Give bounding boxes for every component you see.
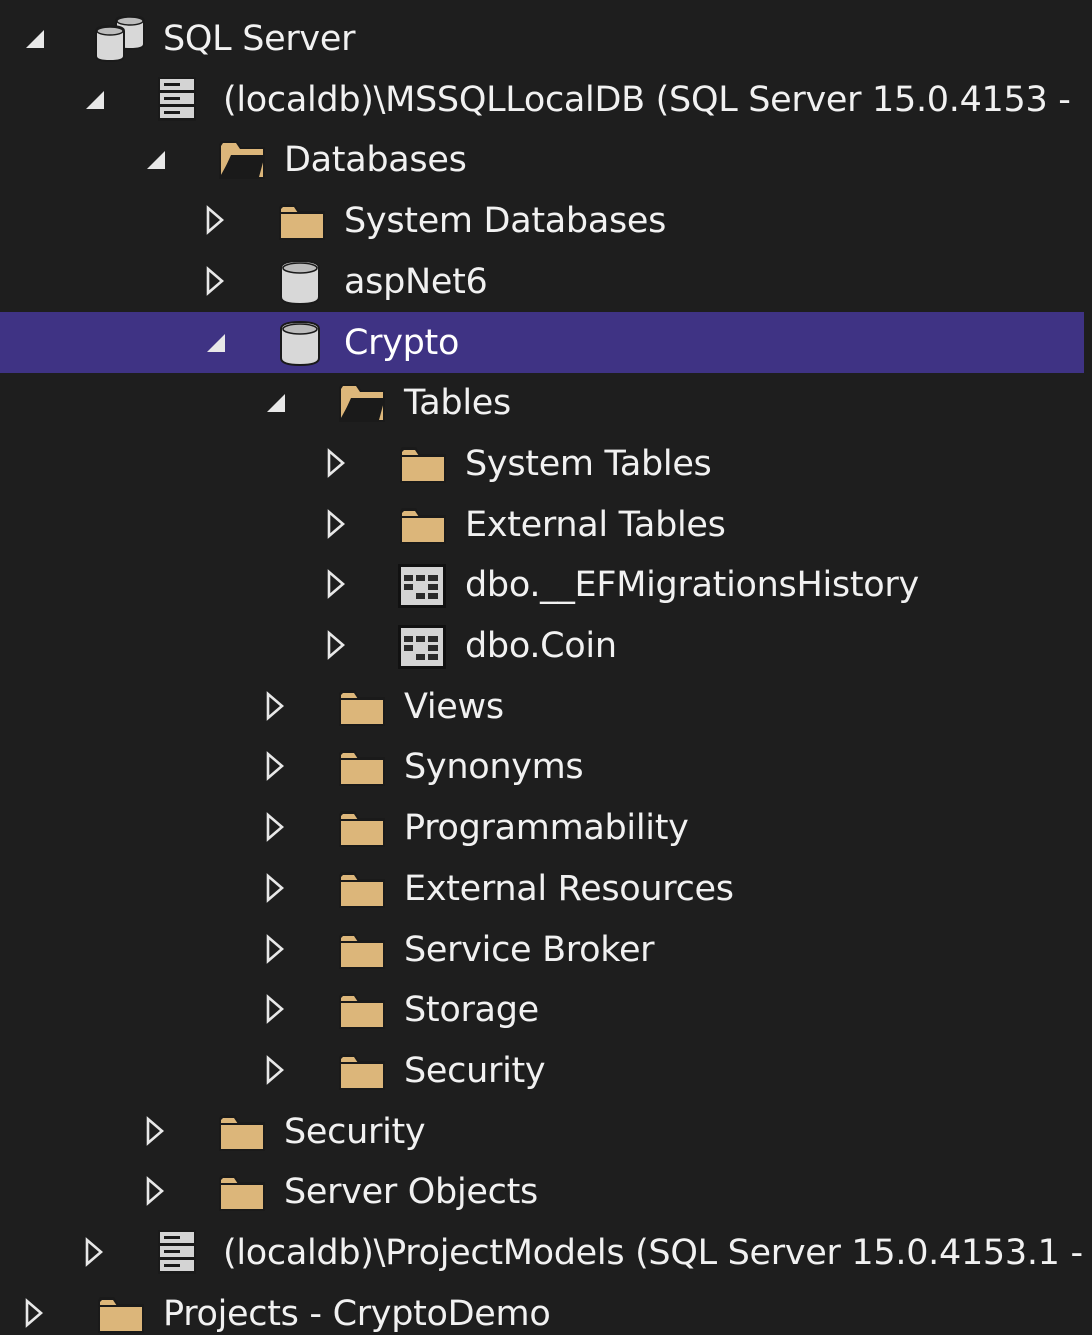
tree-node-projects-cryptodemo[interactable]: Projects - CryptoDemo <box>0 1283 1092 1335</box>
expand-arrow-icon[interactable] <box>324 629 350 661</box>
database-icon <box>275 259 329 305</box>
tree-node-sql-server[interactable]: SQL Server <box>0 8 1092 69</box>
tree-node-label: SQL Server <box>163 19 356 59</box>
tree-node-server-objects[interactable]: Server Objects <box>0 1161 1092 1222</box>
server-icon <box>154 1230 208 1276</box>
expand-arrow-icon[interactable] <box>263 750 289 782</box>
folder-icon <box>335 866 389 912</box>
collapse-arrow-icon[interactable] <box>263 386 289 418</box>
folder-icon <box>335 1048 389 1094</box>
tree-node-label: External Resources <box>404 869 734 909</box>
tree-node-label: Programmability <box>404 808 689 848</box>
folder-icon <box>215 1169 269 1215</box>
tree-node-label: Security <box>404 1051 546 1091</box>
tree-node-label: System Databases <box>344 201 667 241</box>
expand-arrow-icon[interactable] <box>82 1236 108 1268</box>
database-icon <box>275 320 329 366</box>
object-explorer-tree: SQL Server (localdb)\MSSQLLocalDB (SQL Se… <box>0 0 1092 1335</box>
tree-node-label: Server Objects <box>284 1172 538 1212</box>
tree-node-system-databases[interactable]: System Databases <box>0 190 1092 251</box>
tree-node-dbo-coin[interactable]: dbo.Coin <box>0 615 1092 676</box>
tree-node-databases[interactable]: Databases <box>0 129 1092 190</box>
tree-node-label: dbo.Coin <box>465 626 617 666</box>
tree-node-localdb-projectmodels-sql-server-15-0-4153-1[interactable]: (localdb)\ProjectModels (SQL Server 15.0… <box>0 1222 1092 1283</box>
tree-node-programmability[interactable]: Programmability <box>0 797 1092 858</box>
server-icon <box>154 77 208 123</box>
table-icon <box>396 562 450 608</box>
tree-node-service-broker[interactable]: Service Broker <box>0 919 1092 980</box>
tree-node-security[interactable]: Security <box>0 1101 1092 1162</box>
tree-node-aspnet6[interactable]: aspNet6 <box>0 251 1092 312</box>
folder-icon <box>275 198 329 244</box>
folder-icon <box>335 805 389 851</box>
tree-node-label: aspNet6 <box>344 262 488 302</box>
expand-arrow-icon[interactable] <box>324 447 350 479</box>
folder-icon <box>94 1291 148 1335</box>
sql-server-icon <box>94 16 148 62</box>
folder-icon <box>335 684 389 730</box>
expand-arrow-icon[interactable] <box>143 1175 169 1207</box>
tree-node-storage[interactable]: Storage <box>0 979 1092 1040</box>
expand-arrow-icon[interactable] <box>203 265 229 297</box>
tree-node-synonyms[interactable]: Synonyms <box>0 736 1092 797</box>
folder-open-icon <box>335 380 389 426</box>
tree-node-label: Views <box>404 687 504 727</box>
expand-arrow-icon[interactable] <box>203 204 229 236</box>
collapse-arrow-icon[interactable] <box>22 22 48 54</box>
folder-icon <box>335 744 389 790</box>
expand-arrow-icon[interactable] <box>324 508 350 540</box>
tree-node-security[interactable]: Security <box>0 1040 1092 1101</box>
tree-node-label: Security <box>284 1112 426 1152</box>
expand-arrow-icon[interactable] <box>263 933 289 965</box>
tree-node-label: System Tables <box>465 444 712 484</box>
expand-arrow-icon[interactable] <box>263 993 289 1025</box>
tree-node-label: Projects - CryptoDemo <box>163 1294 551 1334</box>
tree-node-tables[interactable]: Tables <box>0 372 1092 433</box>
tree-node-label: (localdb)\ProjectModels (SQL Server 15.0… <box>223 1233 1083 1273</box>
folder-icon <box>215 1109 269 1155</box>
tree-node-system-tables[interactable]: System Tables <box>0 433 1092 494</box>
tree-node-crypto[interactable]: Crypto <box>0 312 1084 373</box>
expand-arrow-icon[interactable] <box>263 811 289 843</box>
expand-arrow-icon[interactable] <box>324 568 350 600</box>
tree-node-dbo-efmigrationshistory[interactable]: dbo.__EFMigrationsHistory <box>0 554 1092 615</box>
tree-node-label: External Tables <box>465 505 726 545</box>
collapse-arrow-icon[interactable] <box>203 326 229 358</box>
tree-node-label: Tables <box>404 383 511 423</box>
expand-arrow-icon[interactable] <box>263 872 289 904</box>
expand-arrow-icon[interactable] <box>263 1054 289 1086</box>
folder-open-icon <box>215 137 269 183</box>
folder-icon <box>396 502 450 548</box>
tree-node-label: Crypto <box>344 323 460 363</box>
expand-arrow-icon[interactable] <box>143 1115 169 1147</box>
folder-icon <box>335 987 389 1033</box>
folder-icon <box>335 927 389 973</box>
tree-node-label: Service Broker <box>404 930 655 970</box>
collapse-arrow-icon[interactable] <box>82 83 108 115</box>
folder-icon <box>396 441 450 487</box>
tree-node-label: Databases <box>284 140 467 180</box>
expand-arrow-icon[interactable] <box>22 1297 48 1329</box>
expand-arrow-icon[interactable] <box>263 690 289 722</box>
tree-node-label: Storage <box>404 990 539 1030</box>
tree-node-localdb-mssqllocaldb-sql-server-15-0-4153[interactable]: (localdb)\MSSQLLocalDB (SQL Server 15.0.… <box>0 69 1092 130</box>
tree-node-label: Synonyms <box>404 747 584 787</box>
collapse-arrow-icon[interactable] <box>143 143 169 175</box>
tree-node-label: dbo.__EFMigrationsHistory <box>465 565 919 605</box>
tree-node-external-tables[interactable]: External Tables <box>0 494 1092 555</box>
tree-node-views[interactable]: Views <box>0 676 1092 737</box>
tree-node-label: (localdb)\MSSQLLocalDB (SQL Server 15.0.… <box>223 80 1071 120</box>
tree-node-external-resources[interactable]: External Resources <box>0 858 1092 919</box>
table-icon <box>396 623 450 669</box>
